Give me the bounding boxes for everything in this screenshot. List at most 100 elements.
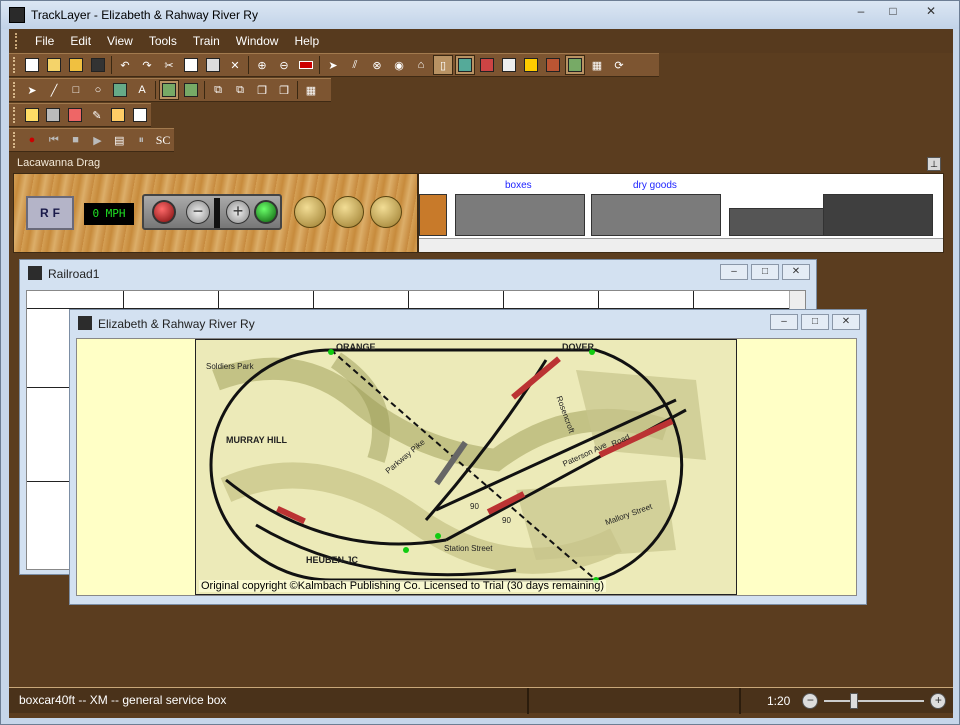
remove-car-icon[interactable] (44, 105, 64, 125)
direction-switch[interactable]: R F (26, 196, 74, 230)
align-icon[interactable]: ⧉ (208, 80, 228, 100)
close-button[interactable]: ✕ (909, 1, 953, 21)
open-folder-icon[interactable] (66, 55, 86, 75)
menu-bar: File Edit View Tools Train Window Help (9, 29, 953, 53)
zoom-in-icon[interactable]: ⊕ (252, 55, 272, 75)
refresh-icon[interactable]: ⟳ (609, 55, 629, 75)
menu-file[interactable]: File (27, 29, 62, 53)
toolbar-grip[interactable] (13, 132, 17, 148)
new-icon[interactable] (22, 55, 42, 75)
edit-car-icon[interactable]: ✎ (87, 105, 107, 125)
zoom-out-button[interactable]: − (802, 693, 819, 709)
pause-icon[interactable]: ⏸ (131, 130, 151, 150)
locomotive[interactable] (823, 194, 933, 236)
track-plan-map[interactable]: ORANGE DOVER Soldiers Park MURRAY HILL H… (195, 339, 737, 595)
undo-icon[interactable]: ↶ (115, 55, 135, 75)
minimize-button[interactable]: – (845, 1, 877, 21)
image-icon[interactable] (110, 80, 130, 100)
close-button[interactable]: ✕ (832, 314, 860, 330)
tender[interactable] (729, 208, 825, 236)
zoom-fit-icon[interactable] (296, 55, 316, 75)
terrain-a-icon[interactable] (159, 80, 179, 100)
zoom-out-icon[interactable]: ⊖ (274, 55, 294, 75)
cut-icon[interactable]: ✂ (159, 55, 179, 75)
maximize-button[interactable]: □ (877, 1, 909, 21)
layer2-icon[interactable] (477, 55, 497, 75)
zoom-slider[interactable] (824, 693, 925, 709)
toolbar-grip[interactable] (13, 107, 17, 123)
layer4-icon[interactable] (521, 55, 541, 75)
text-icon[interactable]: A (132, 80, 152, 100)
add-car-icon[interactable] (22, 105, 42, 125)
maximize-button[interactable]: □ (801, 314, 829, 330)
menu-grip[interactable] (15, 33, 21, 49)
menu-view[interactable]: View (99, 29, 141, 53)
couple-icon[interactable] (294, 196, 326, 228)
copy-icon[interactable] (181, 55, 201, 75)
zoom-in-button[interactable]: + (930, 693, 947, 709)
menu-tools[interactable]: Tools (141, 29, 185, 53)
consist-scrollbar[interactable] (419, 238, 943, 252)
toolbar-grip[interactable] (13, 57, 17, 73)
boxcar-southern-pacific[interactable] (591, 194, 721, 236)
ellipse-icon[interactable]: ○ (88, 80, 108, 100)
paste-icon[interactable] (203, 55, 223, 75)
open-icon[interactable] (44, 55, 64, 75)
delete-car-icon[interactable] (65, 105, 85, 125)
minimize-button[interactable]: – (770, 314, 798, 330)
title-bar[interactable]: TrackLayer - Elizabeth & Rahway River Ry… (1, 1, 959, 29)
close-button[interactable]: ✕ (782, 264, 810, 280)
throttle-slider[interactable] (214, 198, 220, 228)
track-tool-icon[interactable]: ⫽ (345, 55, 365, 75)
minimize-button[interactable]: – (720, 264, 748, 280)
boxcar-southern-pacific[interactable] (455, 194, 585, 236)
go-lamp-icon[interactable] (254, 200, 278, 224)
signal-icon[interactable]: ▯ (433, 55, 453, 75)
menu-edit[interactable]: Edit (62, 29, 99, 53)
line-icon[interactable]: ╱ (44, 80, 64, 100)
terrain-b-icon[interactable] (181, 80, 201, 100)
car-props-icon[interactable] (109, 105, 129, 125)
rewind-icon[interactable]: ⏮ (44, 130, 64, 150)
uncouple-icon[interactable] (370, 196, 402, 228)
turnout-icon[interactable]: ⊗ (367, 55, 387, 75)
layer1-icon[interactable] (455, 55, 475, 75)
toolbar-grip[interactable] (13, 82, 17, 98)
terrain-icon[interactable] (565, 55, 585, 75)
group-icon[interactable]: ⧉ (230, 80, 250, 100)
speed-up-button[interactable]: + (226, 200, 250, 224)
station-icon[interactable] (332, 196, 364, 228)
car-list-icon[interactable] (130, 105, 150, 125)
redo-icon[interactable]: ↷ (137, 55, 157, 75)
stop-icon[interactable]: ■ (66, 130, 86, 150)
layer5-icon[interactable] (543, 55, 563, 75)
stop-lamp-icon[interactable] (152, 200, 176, 224)
delete-icon[interactable]: ✕ (225, 55, 245, 75)
turntable-icon[interactable]: ◉ (389, 55, 409, 75)
layout-titlebar[interactable]: Elizabeth & Rahway River Ry – □ ✕ (70, 310, 866, 336)
pointer-icon[interactable]: ➤ (22, 80, 42, 100)
play-icon[interactable]: ▶ (88, 130, 108, 150)
grid-icon[interactable]: ▦ (587, 55, 607, 75)
select-arrow-icon[interactable]: ➤ (323, 55, 343, 75)
caboose[interactable] (419, 194, 447, 236)
rectangle-icon[interactable]: □ (66, 80, 86, 100)
list-icon[interactable]: ▤ (109, 130, 129, 150)
layout-canvas[interactable]: ORANGE DOVER Soldiers Park MURRAY HILL H… (76, 338, 857, 596)
maximize-button[interactable]: □ (751, 264, 779, 280)
save-icon[interactable] (88, 55, 108, 75)
slow-button[interactable]: − (186, 200, 210, 224)
zoom-slider-thumb[interactable] (850, 693, 859, 709)
building-icon[interactable]: ⌂ (411, 55, 431, 75)
menu-help[interactable]: Help (286, 29, 327, 53)
record-icon[interactable]: ● (22, 130, 42, 150)
grid-view-icon[interactable]: ▦ (301, 80, 321, 100)
menu-train[interactable]: Train (185, 29, 228, 53)
sc-button[interactable]: SC (153, 130, 173, 150)
front-icon[interactable]: ❐ (252, 80, 272, 100)
railroad1-titlebar[interactable]: Railroad1 – □ ✕ (20, 260, 816, 286)
layer3-icon[interactable] (499, 55, 519, 75)
pin-icon[interactable]: ⊥ (927, 157, 941, 171)
menu-window[interactable]: Window (228, 29, 287, 53)
back-icon[interactable]: ❐ (274, 80, 294, 100)
